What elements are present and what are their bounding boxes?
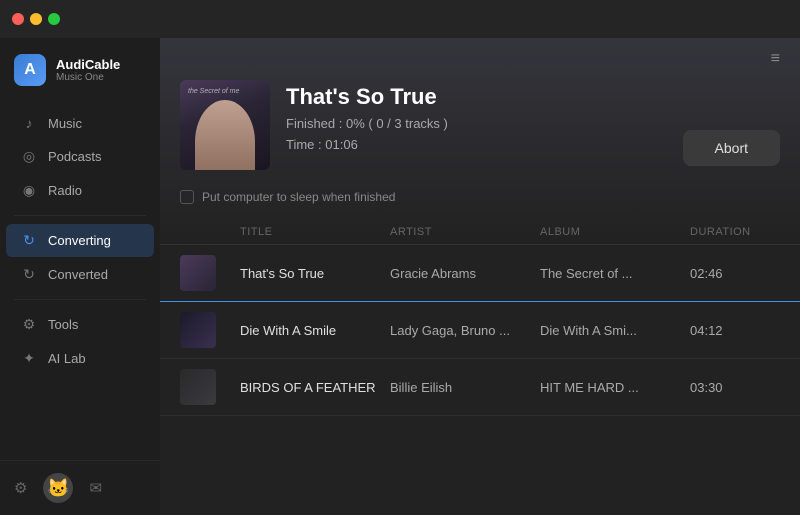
logo-letter: A [24,61,36,79]
track-duration: 02:46 [690,266,780,281]
abort-button[interactable]: Abort [683,130,780,166]
app-name: AudiCable [56,57,120,72]
track-artist: Gracie Abrams [390,266,540,281]
main-content: ≡ the Secret of me That's So True Finish… [160,38,800,515]
th-duration: DURATION [690,226,780,238]
track-album: HIT ME HARD ... [540,380,690,395]
app-body: A AudiCable Music One ♪ Music ◎ Podcasts… [0,38,800,515]
app-subtitle: Music One [56,72,120,83]
track-duration: 04:12 [690,323,780,338]
sidebar-item-radio[interactable]: ◉ Radio [6,174,154,207]
track-duration: 03:30 [690,380,780,395]
sidebar-divider-2 [14,299,146,300]
sidebar-item-label: Radio [48,183,82,198]
converted-icon: ↻ [20,266,38,283]
menu-icon[interactable]: ≡ [767,46,784,72]
abort-btn-container: Abort [683,130,780,166]
th-artist: ARTIST [390,226,540,238]
sidebar-item-ailab[interactable]: ✦ AI Lab [6,342,154,375]
finished-value: 0% ( 0 / 3 tracks ) [346,116,448,131]
track-album: Die With A Smi... [540,323,690,338]
sidebar-item-label: Podcasts [48,149,101,164]
sidebar-item-music[interactable]: ♪ Music [6,107,154,139]
sidebar: A AudiCable Music One ♪ Music ◎ Podcasts… [0,38,160,515]
titlebar [0,0,800,38]
time-value: 01:06 [325,137,358,152]
track-finished: Finished : 0% ( 0 / 3 tracks ) [286,116,448,131]
album-art-image: the Secret of me [180,80,270,170]
track-table: TITLE ARTIST ALBUM DURATION That's So Tr… [160,220,800,515]
sleep-row: Put computer to sleep when finished [160,190,800,220]
track-time: Time : 01:06 [286,137,448,152]
table-row[interactable]: That's So True Gracie Abrams The Secret … [160,245,800,302]
top-bar: ≡ [160,38,800,80]
maximize-button[interactable] [48,13,60,25]
th-album: ALBUM [540,226,690,238]
sleep-label: Put computer to sleep when finished [202,190,395,204]
track-thumbnail-2 [180,312,216,348]
sidebar-item-label: AI Lab [48,351,86,366]
sidebar-divider [14,215,146,216]
sidebar-item-podcasts[interactable]: ◎ Podcasts [6,140,154,173]
close-button[interactable] [12,13,24,25]
track-thumbnail-3 [180,369,216,405]
table-row[interactable]: BIRDS OF A FEATHER Billie Eilish HIT ME … [160,359,800,416]
sidebar-item-converting[interactable]: ↻ Converting [6,224,154,257]
th-title: TITLE [240,226,390,238]
track-name: That's So True [240,266,390,281]
sidebar-item-label: Converted [48,267,108,282]
music-icon: ♪ [20,115,38,131]
album-art-text-overlay: the Secret of me [188,88,239,95]
track-thumbnail-1 [180,255,216,291]
th-thumb [180,226,240,238]
mail-icon[interactable]: ✉ [89,479,102,497]
table-header: TITLE ARTIST ALBUM DURATION [160,220,800,245]
table-row[interactable]: Die With A Smile Lady Gaga, Bruno ... Di… [160,302,800,359]
info-text: That's So True Finished : 0% ( 0 / 3 tra… [286,80,448,152]
sidebar-item-label: Converting [48,233,111,248]
tools-icon: ⚙ [20,316,38,333]
ailab-icon: ✦ [20,350,38,367]
album-art-figure [195,100,255,170]
settings-icon[interactable]: ⚙ [14,479,27,497]
sidebar-item-converted[interactable]: ↻ Converted [6,258,154,291]
sidebar-item-label: Tools [48,317,78,332]
track-name: BIRDS OF A FEATHER [240,380,390,395]
album-art: the Secret of me [180,80,270,170]
track-name: Die With A Smile [240,323,390,338]
logo-icon: A [14,54,46,86]
converting-icon: ↻ [20,232,38,249]
sidebar-item-tools[interactable]: ⚙ Tools [6,308,154,341]
track-artist: Lady Gaga, Bruno ... [390,323,540,338]
logo-area: A AudiCable Music One [0,38,160,106]
minimize-button[interactable] [30,13,42,25]
track-title: That's So True [286,84,448,110]
track-album: The Secret of ... [540,266,690,281]
podcasts-icon: ◎ [20,148,38,165]
sleep-checkbox[interactable] [180,190,194,204]
info-panel: the Secret of me That's So True Finished… [160,80,800,190]
logo-text: AudiCable Music One [56,57,120,83]
radio-icon: ◉ [20,182,38,199]
avatar[interactable]: 🐱 [43,473,73,503]
finished-label: Finished : [286,116,342,131]
sidebar-item-label: Music [48,116,82,131]
traffic-lights [12,13,60,25]
track-artist: Billie Eilish [390,380,540,395]
sidebar-nav: ♪ Music ◎ Podcasts ◉ Radio ↻ Converting … [0,106,160,460]
sidebar-bottom: ⚙ 🐱 ✉ [0,460,160,515]
time-label: Time : [286,137,322,152]
